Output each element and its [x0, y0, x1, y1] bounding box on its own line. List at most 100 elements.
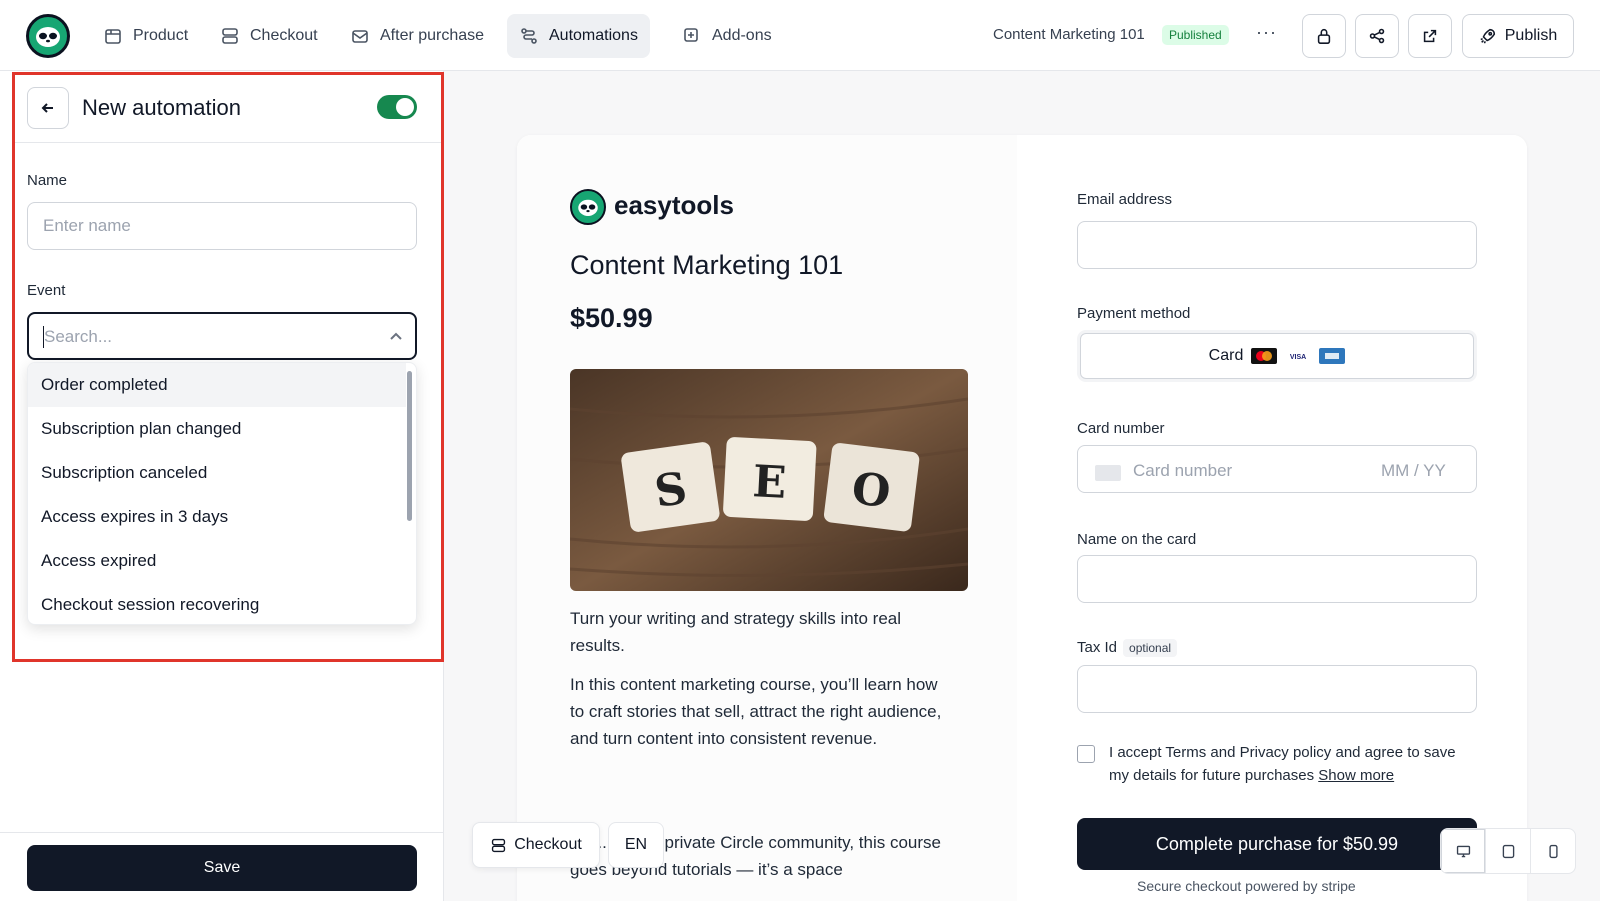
product-column: easytools Content Marketing 101 $50.99 S — [517, 135, 1017, 901]
show-more-link[interactable]: Show more — [1318, 767, 1394, 784]
panel-title: New automation — [82, 95, 241, 120]
publish-label: Publish — [1504, 27, 1558, 44]
event-option[interactable]: Subscription canceled — [28, 451, 406, 495]
product-price: $50.99 — [570, 303, 653, 333]
checkout-view-button[interactable]: Checkout — [472, 822, 600, 868]
mobile-icon — [1548, 844, 1558, 858]
event-option[interactable]: Subscription plan changed — [28, 407, 406, 451]
tax-id-field[interactable] — [1077, 665, 1477, 713]
checkout-view-label: Checkout — [514, 836, 582, 853]
payment-method-card[interactable]: Card VISA — [1080, 333, 1474, 379]
event-search-input[interactable]: Search... — [27, 312, 417, 360]
device-switcher — [1440, 828, 1576, 874]
visa-icon: VISA — [1285, 348, 1312, 364]
svg-text:VISA: VISA — [1290, 354, 1306, 361]
automation-icon — [521, 28, 537, 44]
nav-checkout-label: Checkout — [250, 27, 318, 44]
name-on-card-field[interactable] — [1077, 555, 1477, 603]
amex-icon — [1319, 348, 1346, 364]
arrow-left-icon — [41, 103, 53, 113]
save-button[interactable]: Save — [27, 845, 417, 891]
sloth-logo-icon — [578, 199, 598, 216]
sloth-logo-icon — [36, 27, 60, 47]
status-badge: Published — [1162, 25, 1229, 45]
open-external-button[interactable] — [1408, 14, 1452, 58]
tile-letter: E — [751, 456, 787, 509]
desktop-icon — [1456, 845, 1470, 857]
brand-name: easytools — [614, 190, 734, 220]
external-link-icon — [1423, 29, 1437, 43]
credit-card-icon — [1095, 465, 1121, 481]
event-option[interactable]: Access expired — [28, 539, 406, 583]
plus-square-icon — [684, 28, 698, 42]
mobile-view-button[interactable] — [1531, 829, 1575, 873]
payment-method-label: Payment method — [1077, 305, 1191, 322]
terms-text: I accept Terms and Privacy policy and ag… — [1109, 741, 1479, 787]
name-on-card-label: Name on the card — [1077, 531, 1197, 548]
nav-add-ons[interactable]: Add-ons — [670, 14, 784, 58]
brand-logo — [570, 189, 606, 225]
nav-checkout[interactable]: Checkout — [208, 14, 330, 58]
payment-card-label: Card — [1208, 347, 1244, 364]
terms-checkbox[interactable] — [1077, 745, 1095, 763]
mail-icon — [352, 30, 368, 43]
back-button[interactable] — [27, 87, 69, 129]
event-option[interactable]: Checkout session recovering — [28, 583, 406, 624]
nav-after-purchase[interactable]: After purchase — [338, 14, 496, 58]
email-field[interactable] — [1077, 221, 1477, 269]
divider — [0, 832, 444, 833]
share-button[interactable] — [1355, 14, 1399, 58]
event-option[interactable]: Order completed — [28, 363, 406, 407]
terms-body: I accept Terms and Privacy policy and ag… — [1109, 744, 1456, 784]
name-placeholder: Enter name — [43, 216, 131, 235]
tile-letter: O — [849, 463, 893, 518]
chevron-up-icon[interactable] — [389, 330, 403, 344]
language-button[interactable]: EN — [608, 822, 664, 868]
event-search-placeholder: Search... — [44, 327, 113, 346]
product-description: Turn your writing and strategy skills in… — [570, 609, 902, 655]
mastercard-icon — [1251, 348, 1278, 364]
text-caret — [43, 326, 44, 348]
card-number-placeholder: Card number — [1133, 461, 1233, 480]
lock-button[interactable] — [1302, 14, 1346, 58]
checkout-icon — [222, 28, 238, 44]
optional-badge: optional — [1123, 639, 1178, 657]
checkout-icon — [492, 838, 506, 852]
event-label: Event — [27, 282, 66, 299]
desktop-view-button[interactable] — [1441, 829, 1486, 873]
name-label: Name — [27, 172, 68, 189]
nav-after-purchase-label: After purchase — [380, 27, 485, 44]
email-label: Email address — [1077, 191, 1173, 208]
more-options-icon[interactable]: ··· — [1256, 22, 1277, 43]
preview-product-title: Content Marketing 101 — [570, 250, 844, 280]
package-icon — [105, 29, 121, 44]
app-logo[interactable] — [26, 14, 70, 58]
product-title: Content Marketing 101 — [993, 26, 1145, 43]
tablet-view-button[interactable] — [1486, 829, 1531, 873]
dropdown-scrollbar[interactable] — [407, 371, 412, 521]
enabled-toggle[interactable] — [377, 95, 417, 119]
panel-header: New automation — [15, 73, 441, 143]
secure-checkout-text: Secure checkout powered by stripe — [1137, 878, 1356, 894]
publish-button[interactable]: Publish — [1462, 14, 1574, 58]
event-option[interactable]: Access expires in 3 days — [28, 495, 406, 539]
tablet-icon — [1502, 844, 1514, 858]
rocket-icon — [1480, 28, 1495, 44]
share-icon — [1369, 28, 1385, 44]
top-nav: Product Checkout After purchase Automati… — [0, 0, 1600, 71]
complete-purchase-button[interactable]: Complete purchase for $50.99 — [1077, 818, 1477, 870]
lock-icon — [1317, 29, 1331, 44]
nav-automations-label: Automations — [549, 27, 638, 44]
tax-id-label: Tax Id optional — [1077, 639, 1178, 657]
card-expiry-placeholder: MM / YY — [1381, 461, 1446, 480]
nav-automations[interactable]: Automations — [507, 14, 650, 58]
tax-id-text: Tax Id — [1077, 639, 1118, 656]
product-description: In this content marketing course, you’ll… — [570, 675, 942, 748]
checkout-preview: easytools Content Marketing 101 $50.99 S — [517, 135, 1527, 901]
name-input[interactable]: Enter name — [27, 202, 417, 250]
product-image: S E O — [570, 369, 968, 591]
nav-product[interactable]: Product — [91, 14, 200, 58]
nav-product-label: Product — [133, 27, 189, 44]
card-number-label: Card number — [1077, 420, 1165, 437]
event-dropdown: Order completed Subscription plan change… — [27, 362, 417, 625]
